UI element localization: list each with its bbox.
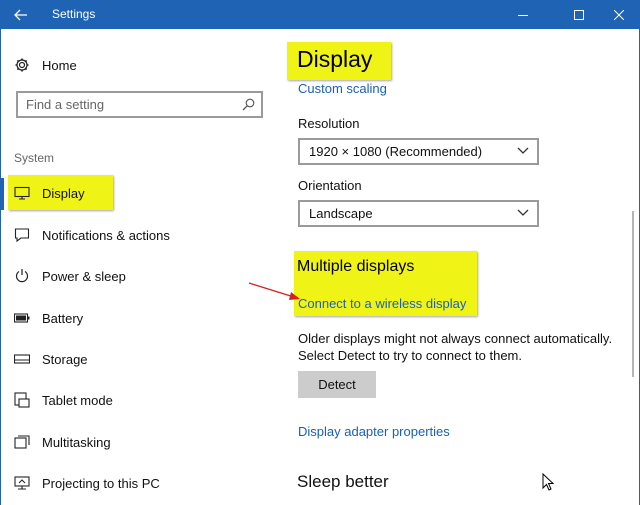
sidebar-item-label: Projecting to this PC (42, 475, 160, 491)
connect-wireless-display-link[interactable]: Connect to a wireless display (298, 296, 466, 311)
section-heading-system: System (14, 151, 55, 165)
sidebar-item-label: Storage (42, 351, 88, 367)
orientation-label: Orientation (298, 178, 362, 193)
maximize-icon (574, 9, 584, 20)
sidebar-item-display[interactable]: Display (14, 182, 85, 204)
sidebar-item-battery[interactable]: Battery (14, 307, 83, 329)
title-bar: Settings (0, 0, 640, 29)
battery-icon (14, 310, 30, 326)
sidebar-item-label: Display (42, 185, 85, 201)
page-title: Display (297, 46, 373, 72)
settings-window: Home Find a setting System Display Notif… (0, 29, 640, 505)
minimize-button[interactable] (500, 0, 546, 29)
search-box[interactable]: Find a setting (16, 91, 263, 118)
minimize-icon (518, 14, 528, 16)
mouse-cursor-icon (542, 473, 554, 491)
search-icon[interactable] (242, 98, 255, 111)
projecting-icon (14, 475, 30, 491)
sidebar-item-label: Notifications & actions (42, 227, 170, 243)
sidebar-item-tablet-mode[interactable]: Tablet mode (14, 389, 113, 411)
search-placeholder: Find a setting (26, 97, 105, 112)
storage-icon (14, 351, 30, 367)
sleep-better-heading: Sleep better (297, 472, 389, 491)
orientation-dropdown[interactable]: Landscape (298, 200, 539, 227)
tablet-icon (14, 392, 30, 408)
sidebar-item-notifications[interactable]: Notifications & actions (14, 224, 170, 246)
sidebar-item-label: Battery (42, 310, 84, 326)
orientation-value: Landscape (309, 206, 373, 221)
close-button[interactable] (596, 0, 640, 29)
back-arrow-icon (14, 9, 27, 20)
gear-icon (15, 58, 29, 72)
multiple-displays-heading: Multiple displays (297, 258, 415, 275)
sidebar-item-label: Multitasking (42, 434, 111, 450)
resolution-value: 1920 × 1080 (Recommended) (309, 144, 483, 159)
chevron-down-icon (517, 209, 529, 216)
multiple-displays-description: Older displays might not always connect … (298, 330, 612, 364)
close-icon (614, 9, 624, 20)
power-icon (14, 268, 30, 284)
description-line: Select Detect to try to connect to them. (298, 348, 522, 363)
monitor-icon (14, 185, 30, 201)
home-label: Home (42, 57, 77, 73)
multitasking-icon (14, 434, 30, 450)
sidebar-item-power-sleep[interactable]: Power & sleep (14, 265, 126, 287)
sidebar-item-home[interactable]: Home (14, 55, 77, 75)
annotation-arrow-icon (248, 282, 300, 300)
sidebar-item-label: Power & sleep (42, 268, 126, 284)
resolution-label: Resolution (298, 116, 360, 131)
sidebar-item-projecting[interactable]: Projecting to this PC (14, 472, 160, 494)
window-title: Settings (52, 7, 96, 21)
sidebar-item-storage[interactable]: Storage (14, 348, 88, 370)
active-indicator (1, 178, 4, 210)
back-button[interactable] (0, 0, 42, 29)
chevron-down-icon (517, 147, 529, 154)
description-line: Older displays might not always connect … (298, 331, 613, 346)
sidebar-item-label: Tablet mode (42, 392, 113, 408)
detect-button[interactable]: Detect (298, 371, 376, 398)
scrollbar[interactable] (632, 211, 634, 377)
resolution-dropdown[interactable]: 1920 × 1080 (Recommended) (298, 138, 539, 165)
custom-scaling-link[interactable]: Custom scaling (298, 81, 387, 96)
display-adapter-properties-link[interactable]: Display adapter properties (298, 424, 450, 439)
notification-icon (14, 227, 30, 243)
sidebar-item-multitasking[interactable]: Multitasking (14, 431, 111, 453)
